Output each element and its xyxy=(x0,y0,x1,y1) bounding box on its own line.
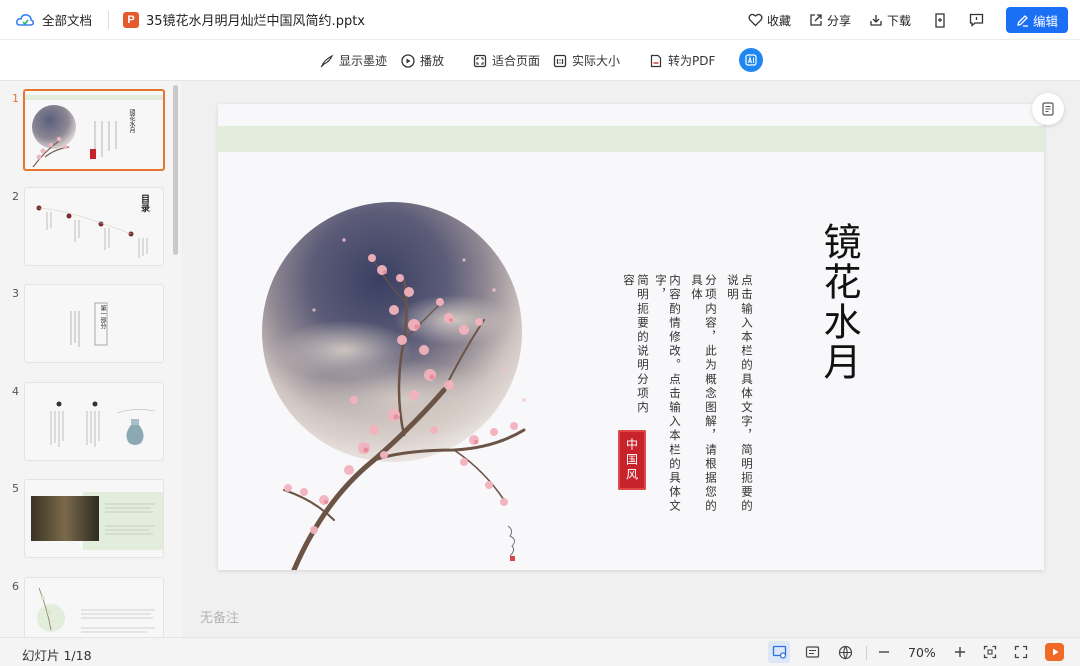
share-label: 分享 xyxy=(826,13,851,28)
thumbnail-number: 2 xyxy=(12,190,19,203)
heart-icon xyxy=(748,13,763,27)
thumbnail-6-preview xyxy=(37,587,155,633)
slide-thumbnail-4[interactable] xyxy=(24,382,164,461)
play-circle-icon xyxy=(401,53,415,68)
slide-title: 镜花水月 xyxy=(817,222,861,382)
thumbnail-3-preview xyxy=(70,302,108,347)
save-to-folder-button[interactable] xyxy=(933,12,947,28)
share-button[interactable]: 分享 xyxy=(809,12,851,29)
ink-pen-icon xyxy=(320,54,334,67)
slide-thumbnail-panel: 1 镜花水月 2 目录 3 第一部分 4 5 6 xyxy=(0,81,182,637)
edit-button[interactable]: 编辑 xyxy=(1005,7,1068,33)
top-bar: 全部文档 P 35镜花水月明月灿烂中国风简约.pptx 收藏 分享 下载 编辑 xyxy=(0,0,1080,40)
divider xyxy=(866,646,867,660)
slide-thumbnail-1[interactable]: 镜花水月 xyxy=(23,89,165,171)
slide-thumbnail-5[interactable] xyxy=(24,479,164,558)
zoom-in-button[interactable] xyxy=(949,641,971,663)
normal-view-icon xyxy=(772,645,786,659)
pptx-file-icon: P xyxy=(123,11,140,28)
normal-view-button[interactable] xyxy=(768,641,790,663)
comment-button[interactable] xyxy=(969,13,984,27)
to-pdf-label: 转为PDF xyxy=(668,54,716,68)
language-button[interactable] xyxy=(834,641,856,663)
favorite-button[interactable]: 收藏 xyxy=(748,12,791,29)
all-documents-link[interactable]: 全部文档 xyxy=(42,10,92,29)
download-icon xyxy=(870,15,882,26)
slide-thumbnail-3[interactable]: 第一部分 xyxy=(24,284,164,363)
signature-mark xyxy=(507,525,516,561)
pencil-icon xyxy=(1017,14,1028,27)
thumbnail-4-preview xyxy=(50,401,156,447)
thumbnail-2-title: 目录 xyxy=(139,194,149,212)
slide-thumbnail-6[interactable] xyxy=(24,577,164,637)
actual-size-label: 实际大小 xyxy=(572,54,621,68)
zoom-out-button[interactable] xyxy=(873,641,895,663)
view-toolbar: 显示墨迹 播放 适合页面 实际大小 转为PDF xyxy=(0,40,1080,81)
actual-size-button[interactable]: 实际大小 xyxy=(553,40,620,81)
fit-page-button[interactable]: 适合页面 xyxy=(473,40,540,81)
start-slideshow-button[interactable] xyxy=(1045,643,1064,661)
convert-to-pdf-button[interactable]: 转为PDF xyxy=(649,40,715,81)
thumbnail-1-preview xyxy=(25,95,163,168)
comment-icon xyxy=(969,13,984,27)
fullscreen-icon xyxy=(1014,645,1028,659)
edit-label: 编辑 xyxy=(1032,13,1058,29)
thumbnail-1-title: 镜花水月 xyxy=(128,109,135,133)
notes-view-button[interactable] xyxy=(801,641,823,663)
thumbnail-number: 3 xyxy=(12,287,19,300)
file-name: 35镜花水月明月灿烂中国风简约.pptx xyxy=(146,14,365,29)
fit-window-icon xyxy=(983,645,997,659)
slide-text-column-4: 简明扼要的说明分项内容 xyxy=(622,274,650,415)
divider xyxy=(108,10,110,29)
fit-page-icon xyxy=(473,54,487,67)
slide-top-band xyxy=(218,126,1044,152)
share-icon xyxy=(810,14,822,26)
slide-text-column-3: 内容酌情修改。点击输入本栏的具体文字， xyxy=(654,274,682,514)
show-ink-button[interactable]: 显示墨迹 xyxy=(320,40,387,81)
red-seal-stamp: 中国风 xyxy=(618,430,646,490)
actual-size-icon xyxy=(553,54,567,67)
fit-window-button[interactable] xyxy=(979,641,1001,663)
ai-assistant-button[interactable] xyxy=(739,48,763,72)
slide-list-icon xyxy=(1042,102,1054,116)
thumbnail-number: 6 xyxy=(12,580,19,593)
speaker-notes-placeholder[interactable]: 无备注 xyxy=(200,607,239,626)
thumbnail-number: 4 xyxy=(12,385,19,398)
status-bar: 幻灯片 1/18 70% xyxy=(0,637,1080,666)
minus-icon xyxy=(879,651,889,653)
slide-count: 幻灯片 1/18 xyxy=(22,648,92,663)
play-label: 播放 xyxy=(420,54,445,68)
favorite-label: 收藏 xyxy=(766,13,791,28)
show-ink-label: 显示墨迹 xyxy=(339,54,388,68)
slide-text-column-2: 分项内容，此为概念图解，请根据您的具体 xyxy=(690,274,718,514)
globe-icon xyxy=(838,645,852,660)
slide-thumbnail-2[interactable]: 目录 xyxy=(24,187,164,266)
slide-panel-toggle-button[interactable] xyxy=(1032,93,1064,125)
play-icon xyxy=(1052,648,1058,656)
notes-icon xyxy=(805,646,819,658)
thumbnail-number: 1 xyxy=(12,92,19,105)
ai-icon xyxy=(745,54,757,66)
fullscreen-button[interactable] xyxy=(1010,641,1032,663)
thumbnail-scrollbar[interactable] xyxy=(173,85,178,255)
moon-blossom-illustration xyxy=(262,202,526,570)
current-slide[interactable]: 镜花水月 点击输入本栏的具体文字，简明扼要的说明 分项内容，此为概念图解，请根据… xyxy=(218,104,1044,570)
download-button[interactable]: 下载 xyxy=(869,12,911,29)
thumbnail-number: 5 xyxy=(12,482,19,495)
pdf-icon xyxy=(650,54,662,67)
thumbnail-5-preview xyxy=(31,492,163,550)
slide-text-column-1: 点击输入本栏的具体文字，简明扼要的说明 xyxy=(726,274,754,514)
plus-icon xyxy=(955,647,965,657)
cloud-icon xyxy=(16,13,34,27)
save-to-folder-icon xyxy=(935,12,945,28)
zoom-level[interactable]: 70% xyxy=(908,645,936,660)
fit-page-label: 适合页面 xyxy=(492,54,541,68)
thumbnail-3-title: 第一部分 xyxy=(99,305,106,329)
play-slideshow-button[interactable]: 播放 xyxy=(401,40,444,81)
slide-canvas-area: 镜花水月 点击输入本栏的具体文字，简明扼要的说明 分项内容，此为概念图解，请根据… xyxy=(182,81,1080,637)
download-label: 下载 xyxy=(886,13,911,28)
